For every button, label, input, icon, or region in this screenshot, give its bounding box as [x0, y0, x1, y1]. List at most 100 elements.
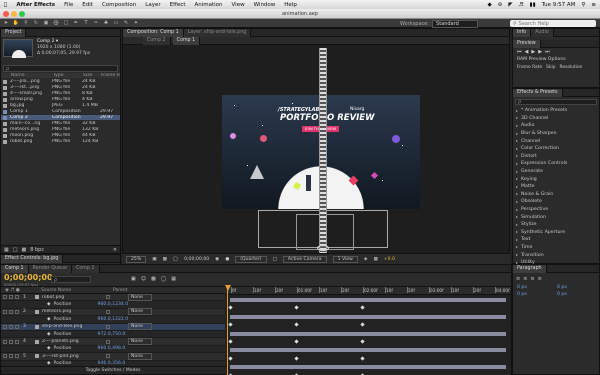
effect-category[interactable]: Transition [513, 251, 599, 259]
expand-triangle-icon[interactable] [516, 170, 518, 173]
mask-icon[interactable]: ◯ [173, 257, 178, 262]
layer-name[interactable]: meteors.png [42, 309, 104, 314]
timeline-graph[interactable]: 0f 10f 20f 01:00f 10f 20f 02:00f 10f 20f 03:00f 10… [225, 285, 511, 375]
apple-icon[interactable]:  [4, 2, 7, 8]
camera-tool-icon[interactable]: ▣ [42, 20, 50, 27]
tab-effects-presets[interactable]: Effects & Presets [513, 89, 563, 97]
bluetooth-icon[interactable]: ⊛ [498, 2, 503, 8]
layer-name[interactable]: ship-and-tele.png [42, 324, 104, 329]
property-value[interactable]: 960.0,1234.0 [98, 302, 129, 307]
workspace-selector[interactable]: Workspace: Standard [400, 20, 478, 28]
indent-left-value[interactable]: 0 px [517, 285, 555, 290]
menu-view[interactable]: View [232, 2, 245, 8]
motion-path[interactable] [319, 48, 327, 253]
keyframe[interactable] [360, 356, 365, 361]
effect-category[interactable]: Expression Controls [513, 160, 599, 168]
col-parent[interactable]: Parent [113, 288, 127, 293]
align-left-icon[interactable]: ≡ [516, 276, 520, 282]
keyframe[interactable] [228, 356, 233, 361]
tab-timeline-comp2[interactable]: Comp 2 [71, 265, 100, 273]
property-row[interactable]: ◆ Position 960.0,1234.0 [1, 301, 225, 309]
keyframe[interactable] [228, 339, 233, 344]
effect-category[interactable]: Obsolete [513, 198, 599, 206]
dropbox-icon[interactable]: ◆ [488, 2, 492, 8]
visibility-icon[interactable] [3, 339, 7, 344]
tab-effect-controls[interactable]: Effect Controls: bg.jpg [1, 255, 64, 263]
graph-editor-icon[interactable]: ▦ [171, 276, 176, 282]
last-frame-icon[interactable]: ⏭ [545, 49, 550, 55]
tab-project[interactable]: Project [1, 29, 27, 37]
layer-duration-bar[interactable] [229, 364, 507, 371]
prev-frame-icon[interactable]: ◀ [525, 49, 529, 55]
trash-icon[interactable]: ✕ [113, 247, 117, 253]
keyframe[interactable] [294, 356, 299, 361]
col-size[interactable]: Size [83, 73, 101, 78]
solo-icon[interactable] [9, 295, 13, 300]
play-icon[interactable]: ▶ [531, 49, 535, 55]
draft-3d-icon[interactable]: ▣ [131, 276, 136, 282]
col-type[interactable]: Type [53, 73, 83, 78]
selection-tool-icon[interactable]: ➤ [2, 20, 10, 27]
tab-paragraph[interactable]: Paragraph [513, 265, 547, 273]
resolution-select[interactable]: (Quarter) [235, 255, 267, 263]
effect-category[interactable]: Stylize [513, 221, 599, 229]
tab-preview[interactable]: Preview [513, 40, 541, 48]
effects-search-input[interactable]: ρ [515, 99, 597, 105]
layer-name[interactable]: 3----rkt-plnt.png [42, 354, 104, 359]
expand-triangle-icon[interactable] [516, 216, 518, 219]
switch-icon[interactable] [106, 354, 110, 359]
indent-right-value[interactable]: 0 px [557, 285, 595, 290]
layer-duration-bar[interactable] [229, 297, 507, 303]
keyframe[interactable] [294, 339, 299, 344]
expand-triangle-icon[interactable] [516, 117, 518, 120]
keyframe[interactable] [360, 322, 365, 327]
layer-name[interactable]: robot.png [42, 295, 104, 300]
menu-edit[interactable]: Edit [82, 2, 93, 8]
col-source-name[interactable]: Source Name [41, 288, 113, 293]
timeline-search-input[interactable]: ρ [51, 276, 91, 283]
solo-icon[interactable] [9, 324, 13, 329]
lock-icon[interactable] [15, 354, 19, 359]
current-time-indicator[interactable] [227, 287, 228, 375]
menu-composition[interactable]: Composition [102, 2, 136, 8]
rectangle-tool-icon[interactable]: □ [62, 20, 70, 27]
puppet-tool-icon[interactable]: ✦ [132, 20, 140, 27]
parent-select[interactable]: None [128, 323, 152, 331]
parent-select[interactable]: None [128, 352, 152, 360]
parent-select[interactable]: None [128, 293, 152, 301]
expand-triangle-icon[interactable] [516, 109, 518, 112]
effect-category[interactable]: Keying [513, 175, 599, 183]
transparency-grid-icon[interactable]: ▩ [163, 257, 167, 262]
expand-triangle-icon[interactable] [516, 140, 518, 143]
effect-category[interactable]: Distort [513, 153, 599, 161]
brush-tool-icon[interactable]: ✑ [92, 20, 100, 27]
keyframe-nav-icon[interactable]: ◆ [47, 317, 51, 322]
search-help-input[interactable]: ⚲ Search Help [510, 20, 596, 27]
expand-triangle-icon[interactable] [516, 208, 518, 211]
property-value[interactable]: 960.0,498.0 [98, 346, 126, 351]
expand-triangle-icon[interactable] [516, 124, 518, 127]
toggle-switches-modes[interactable]: Toggle Switches / Modes [1, 366, 225, 374]
menu-file[interactable]: File [64, 2, 73, 8]
layer-row[interactable]: 4 2----planets.png None [1, 338, 225, 346]
expand-triangle-icon[interactable] [516, 246, 518, 249]
fast-preview-icon[interactable]: ◈ [364, 257, 368, 262]
property-row[interactable]: ◆ Position 960.0,1222.0 [1, 316, 225, 324]
layer-duration-bar[interactable] [229, 313, 507, 320]
expand-triangle-icon[interactable] [516, 132, 518, 135]
type-tool-icon[interactable]: T [82, 20, 90, 27]
timeline-timecode[interactable]: 0;00;00;00 [4, 273, 53, 282]
viewer-timecode[interactable]: 0;00;00;00 [184, 257, 209, 262]
grid-icon[interactable]: ▦ [373, 257, 377, 262]
layer-duration-bar[interactable] [229, 347, 507, 354]
wifi-icon[interactable]: ◤ [508, 2, 512, 8]
effect-category[interactable]: Audio [513, 122, 599, 130]
layer-row[interactable]: 1 robot.png None [1, 293, 225, 302]
keyframe-nav-icon[interactable]: ◆ [47, 346, 51, 351]
effect-category[interactable]: Synthetic Aperture [513, 229, 599, 237]
menubar-clock[interactable]: Tue 9:57 AM [542, 2, 576, 8]
menu-help[interactable]: Help [284, 2, 297, 8]
keyframe-nav-icon[interactable]: ◆ [47, 332, 51, 337]
expand-triangle-icon[interactable] [516, 200, 518, 203]
expand-triangle-icon[interactable] [516, 238, 518, 241]
